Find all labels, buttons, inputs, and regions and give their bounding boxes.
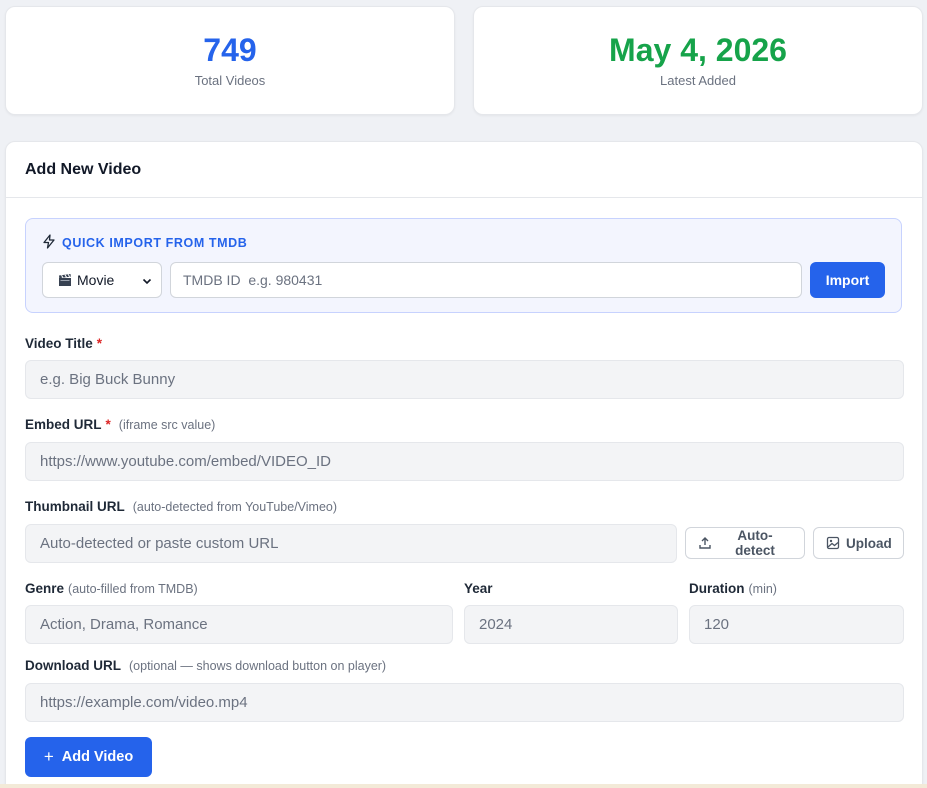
thumbnail-url-input[interactable] — [25, 524, 677, 563]
chevron-down-icon — [141, 274, 153, 290]
tmdb-import-heading: QUICK IMPORT FROM TMDB — [42, 234, 247, 252]
year-input[interactable] — [464, 605, 678, 644]
download-url-hint: (optional — shows download button on pla… — [129, 659, 387, 673]
lightning-icon — [42, 234, 56, 252]
import-button[interactable]: Import — [810, 262, 885, 298]
media-type-value: Movie — [77, 272, 115, 288]
upload-label: Upload — [846, 535, 892, 551]
embed-url-label: Embed URL * (iframe src value) — [25, 417, 215, 432]
embed-url-label-text: Embed URL — [25, 417, 102, 432]
duration-label: Duration (min) — [689, 581, 777, 596]
duration-label-text: Duration — [689, 581, 745, 596]
duration-hint: (min) — [748, 582, 777, 596]
tmdb-import-row: Movie Import — [42, 262, 885, 298]
panel-title: Add New Video — [25, 160, 142, 178]
image-icon — [826, 536, 840, 550]
download-url-label-text: Download URL — [25, 658, 121, 673]
bottom-strip — [0, 784, 927, 788]
video-title-label: Video Title * — [25, 336, 102, 351]
required-marker: * — [96, 336, 103, 351]
genre-input[interactable] — [25, 605, 453, 644]
upload-button[interactable]: Upload — [813, 527, 904, 559]
tmdb-import-box: QUICK IMPORT FROM TMDB Movie Import — [25, 218, 902, 313]
panel-header: Add New Video — [6, 142, 922, 198]
thumbnail-url-label: Thumbnail URL (auto-detected from YouTub… — [25, 499, 337, 514]
latest-added-label: Latest Added — [660, 73, 736, 88]
latest-added-value: May 4, 2026 — [609, 32, 787, 68]
embed-url-input[interactable] — [25, 442, 904, 481]
add-video-button[interactable]: + Add Video — [25, 737, 152, 777]
duration-input[interactable] — [689, 605, 904, 644]
genre-label-text: Genre — [25, 581, 65, 596]
thumbnail-url-hint: (auto-detected from YouTube/Vimeo) — [132, 500, 338, 514]
download-url-input[interactable] — [25, 683, 904, 722]
download-url-label: Download URL (optional — shows download … — [25, 658, 386, 673]
video-title-input[interactable] — [25, 360, 904, 399]
tmdb-id-input[interactable] — [170, 262, 802, 298]
tmdb-import-heading-text: QUICK IMPORT FROM TMDB — [62, 236, 248, 250]
add-video-panel: Add New Video QUICK IMPORT FROM TMDB Mov… — [5, 141, 923, 788]
auto-detect-button[interactable]: Auto-detect — [685, 527, 805, 559]
clapperboard-icon — [58, 273, 72, 287]
genre-hint: (auto-filled from TMDB) — [68, 582, 198, 596]
total-videos-card: 749 Total Videos — [5, 6, 455, 115]
video-title-label-text: Video Title — [25, 336, 93, 351]
plus-icon: + — [43, 747, 54, 766]
upload-arrow-icon — [698, 536, 712, 550]
embed-url-hint: (iframe src value) — [118, 418, 216, 432]
genre-label: Genre (auto-filled from TMDB) — [25, 581, 198, 596]
required-marker: * — [105, 417, 111, 432]
year-label-text: Year — [464, 581, 493, 596]
stats-row: 749 Total Videos May 4, 2026 Latest Adde… — [5, 6, 923, 115]
thumbnail-url-label-text: Thumbnail URL — [25, 499, 125, 514]
media-type-select[interactable]: Movie — [42, 262, 162, 298]
total-videos-label: Total Videos — [194, 73, 266, 88]
auto-detect-label: Auto-detect — [735, 528, 775, 558]
year-label: Year — [464, 581, 493, 596]
add-video-label: Add Video — [61, 749, 134, 765]
total-videos-value: 749 — [203, 32, 257, 68]
latest-added-card: May 4, 2026 Latest Added — [473, 6, 923, 115]
